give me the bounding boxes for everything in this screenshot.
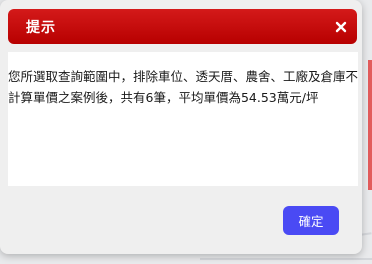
dialog-titlebar: 提示 — [8, 9, 357, 44]
dialog-content: 您所選取查詢範圍中，排除車位、透天厝、農舍、工廠及倉庫不計算單價之案例後，共有6… — [8, 52, 358, 186]
dialog-message: 您所選取查詢範圍中，排除車位、透天厝、農舍、工廠及倉庫不計算單價之案例後，共有6… — [8, 69, 359, 105]
dialog-title: 提示 — [26, 19, 56, 36]
ok-button[interactable]: 確定 — [283, 206, 339, 235]
alert-dialog: 提示 您所選取查詢範圍中，排除車位、透天厝、農舍、工廠及倉庫不計算單價之案例後，… — [0, 0, 362, 254]
dialog-button-area: 確定 — [0, 186, 362, 254]
close-icon[interactable] — [333, 19, 349, 35]
map-road — [200, 258, 372, 260]
map-route-line — [368, 60, 372, 190]
